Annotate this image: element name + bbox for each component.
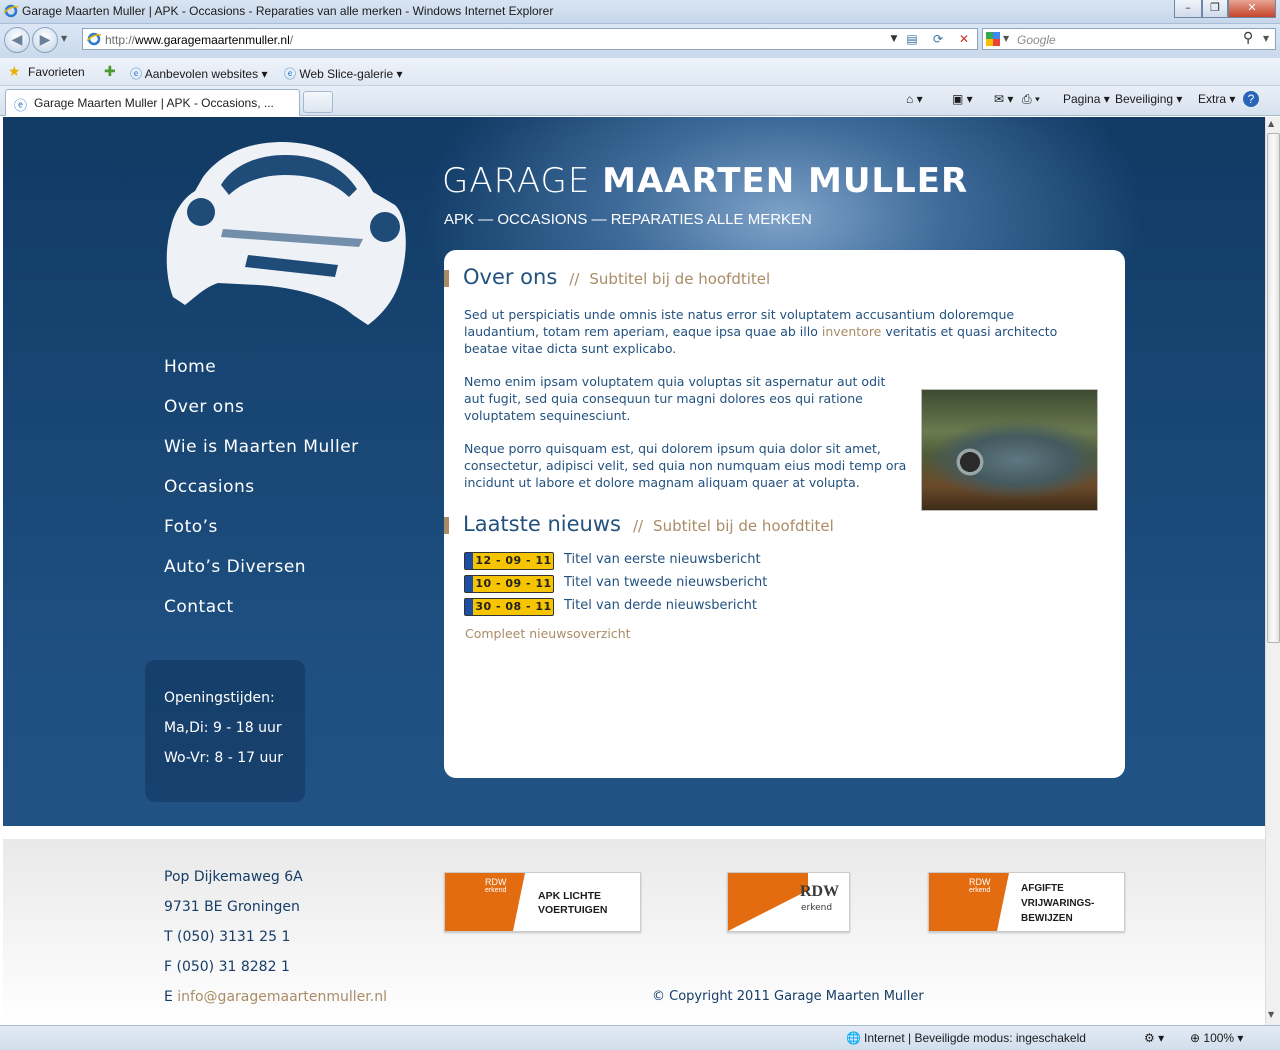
tab-ie-icon: ⓔ xyxy=(14,98,28,113)
email-link[interactable]: info@garagemaartenmuller.nl xyxy=(177,989,387,1005)
ie-icon: ⓔ xyxy=(284,67,297,81)
copyright: © Copyright 2011 Garage Maarten Muller xyxy=(652,989,924,1004)
ie-logo-icon xyxy=(4,4,18,18)
scroll-up-icon[interactable]: ▲ xyxy=(1268,119,1274,128)
old-car-photo xyxy=(921,389,1098,511)
car-logo-icon xyxy=(166,142,406,325)
close-window-button[interactable]: ✕ xyxy=(1228,0,1276,18)
news-title[interactable]: Titel van eerste nieuwsbericht xyxy=(564,552,761,567)
opening-hours-line-2: Wo-Vr: 8 - 17 uur xyxy=(164,750,283,766)
zoom-level[interactable]: ⊕ 100% ▾ xyxy=(1190,1031,1243,1045)
tab-row: ⓔ Garage Maarten Muller | APK - Occasion… xyxy=(0,86,1280,116)
about-paragraph-1: Sed ut perspiciatis unde omnis iste natu… xyxy=(464,307,1058,356)
history-dropdown-icon[interactable]: ▼ xyxy=(61,34,67,43)
maximize-button[interactable]: ❐ xyxy=(1202,0,1228,18)
google-icon xyxy=(986,32,1000,46)
menu-item-wie-is-maarten-muller[interactable]: Wie is Maarten Muller xyxy=(164,437,359,477)
news-item[interactable]: 12 - 09 - 11 Titel van eerste nieuwsberi… xyxy=(464,552,864,570)
search-options-icon[interactable]: ▼ xyxy=(1263,34,1269,43)
news-item[interactable]: 10 - 09 - 11 Titel van tweede nieuwsberi… xyxy=(464,575,864,593)
inventore-link[interactable]: inventore xyxy=(822,324,882,339)
help-icon[interactable]: ? xyxy=(1243,91,1259,107)
tools-menu[interactable]: Extra ▾ xyxy=(1198,92,1235,106)
page-viewport: GARAGE MAARTEN MULLER APK — OCCASIONS — … xyxy=(0,117,1265,1025)
mail-icon[interactable]: ✉ ▾ xyxy=(994,92,1013,106)
search-icon[interactable]: ⚲ xyxy=(1243,30,1253,46)
compatibility-view-icon[interactable]: ▤ xyxy=(901,30,923,48)
url-text: http://www.garagemaartenmuller.nl/ xyxy=(105,33,294,47)
menu-item-home[interactable]: Home xyxy=(164,357,359,397)
section-marker xyxy=(444,517,449,534)
menu-item-contact[interactable]: Contact xyxy=(164,597,359,637)
scroll-thumb[interactable] xyxy=(1267,133,1280,643)
page-menu[interactable]: Pagina ▾ xyxy=(1063,92,1110,106)
minimize-button[interactable]: – xyxy=(1174,0,1202,18)
browser-tab[interactable]: ⓔ Garage Maarten Muller | APK - Occasion… xyxy=(5,89,300,116)
footer-street: Pop Dijkemaweg 6A xyxy=(164,869,303,885)
add-favorite-icon[interactable]: ✚ xyxy=(104,63,116,80)
section-marker xyxy=(444,270,449,287)
footer-fax: F (050) 31 8282 1 xyxy=(164,959,290,975)
address-row: ◀ ▶ ▼ http://www.garagemaartenmuller.nl/… xyxy=(0,24,1280,58)
date-plate: 12 - 09 - 11 xyxy=(464,552,554,570)
news-heading: Laatste nieuws//Subtitel bij de hoofdtit… xyxy=(463,512,834,536)
internet-zone-icon: 🌐 xyxy=(846,1031,861,1045)
protected-mode-icon[interactable]: ⚙ ▾ xyxy=(1144,1031,1164,1045)
suggested-sites-link[interactable]: ⓔ Aanbevolen websites ▾ xyxy=(130,65,267,82)
scroll-down-icon[interactable]: ▼ xyxy=(1268,1010,1274,1019)
window-titlebar: Garage Maarten Muller | APK - Occasions … xyxy=(0,0,1280,24)
tab-title: Garage Maarten Muller | APK - Occasions,… xyxy=(34,96,274,110)
rdw-badge-vrijwaring: RDW erkend AFGIFTE VRIJWARINGS- BEWIJZEN xyxy=(928,872,1125,932)
menu-item-autos-diversen[interactable]: Auto’s Diversen xyxy=(164,557,359,597)
address-bar[interactable]: http://www.garagemaartenmuller.nl/ ▼ ▤ ⟳… xyxy=(82,28,978,50)
home-icon[interactable]: ⌂ ▾ xyxy=(906,92,923,106)
refresh-icon[interactable]: ⟳ xyxy=(927,30,949,48)
search-provider-dropdown-icon[interactable]: ▼ xyxy=(1003,34,1009,43)
page-ie-icon xyxy=(87,32,101,46)
about-paragraph-2: Nemo enim ipsam voluptatem quia voluptas… xyxy=(464,374,886,423)
news-title[interactable]: Titel van tweede nieuwsbericht xyxy=(564,575,767,590)
footer-city: 9731 BE Groningen xyxy=(164,899,300,915)
menu-item-fotos[interactable]: Foto’s xyxy=(164,517,359,557)
back-button[interactable]: ◀ xyxy=(4,27,30,53)
site-brand: GARAGE MAARTEN MULLER xyxy=(442,161,969,201)
about-heading: Over ons//Subtitel bij de hoofdtitel xyxy=(463,265,771,289)
date-plate: 10 - 09 - 11 xyxy=(464,575,554,593)
main-menu: Home Over ons Wie is Maarten Muller Occa… xyxy=(164,357,359,637)
date-plate: 30 - 08 - 11 xyxy=(464,598,554,616)
forward-button[interactable]: ▶ xyxy=(32,27,58,53)
menu-item-over-ons[interactable]: Over ons xyxy=(164,397,359,437)
search-box[interactable]: ▼ Google ⚲ ▼ xyxy=(982,28,1276,50)
news-item[interactable]: 30 - 08 - 11 Titel van derde nieuwsberic… xyxy=(464,598,864,616)
news-title[interactable]: Titel van derde nieuwsbericht xyxy=(564,598,757,613)
opening-hours-title: Openingstijden: xyxy=(164,690,275,706)
vertical-scrollbar[interactable]: ▲ ▼ xyxy=(1265,117,1280,1025)
footer-phone: T (050) 3131 25 1 xyxy=(164,929,291,945)
stop-icon[interactable]: ✕ xyxy=(953,30,975,48)
opening-hours-box: Openingstijden: Ma,Di: 9 - 18 uur Wo-Vr:… xyxy=(145,660,305,802)
rdw-logo-icon xyxy=(728,873,808,931)
all-news-link[interactable]: Compleet nieuwsoverzicht xyxy=(465,626,631,641)
safety-menu[interactable]: Beveiliging ▾ xyxy=(1115,92,1182,106)
search-placeholder: Google xyxy=(1017,33,1056,47)
rdw-badge-erkend: RDW erkend xyxy=(727,872,850,932)
menu-item-occasions[interactable]: Occasions xyxy=(164,477,359,517)
footer-email: E info@garagemaartenmuller.nl xyxy=(164,989,387,1005)
status-bar: 🌐 Internet | Beveiligde modus: ingeschak… xyxy=(0,1025,1280,1050)
window-title: Garage Maarten Muller | APK - Occasions … xyxy=(22,4,554,18)
site-tagline: APK — OCCASIONS — REPARATIES ALLE MERKEN xyxy=(444,211,812,228)
favorites-bar: ★ Favorieten ✚ ⓔ Aanbevolen websites ▾ ⓔ… xyxy=(0,58,1280,86)
rdw-badge-apk: RDW erkend APK LICHTE VOERTUIGEN xyxy=(444,872,641,932)
opening-hours-line-1: Ma,Di: 9 - 18 uur xyxy=(164,720,282,736)
favorites-button[interactable]: Favorieten xyxy=(28,65,85,79)
web-slice-gallery-link[interactable]: ⓔ Web Slice-galerie ▾ xyxy=(284,65,403,82)
about-paragraph-3: Neque porro quisquam est, qui dolorem ip… xyxy=(464,441,907,490)
security-zone[interactable]: Internet | Beveiligde modus: ingeschakel… xyxy=(864,1031,1086,1045)
new-tab-button[interactable] xyxy=(303,91,333,113)
footer-divider xyxy=(3,826,1265,839)
feeds-icon[interactable]: ▣ ▾ xyxy=(952,92,973,106)
print-icon[interactable]: ⎙ ▾ xyxy=(1022,92,1040,107)
favorites-star-icon: ★ xyxy=(8,63,21,79)
ie-icon: ⓔ xyxy=(130,67,143,81)
